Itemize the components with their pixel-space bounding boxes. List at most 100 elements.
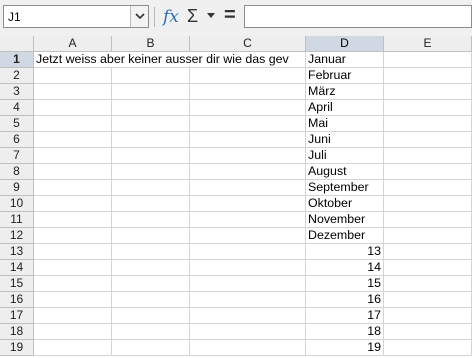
cell-d6[interactable]: Juni: [306, 132, 384, 148]
cell-d12[interactable]: Dezember: [306, 228, 384, 244]
cell-d10[interactable]: Oktober: [306, 196, 384, 212]
column-header-c[interactable]: C: [190, 36, 306, 52]
formula-input[interactable]: [244, 5, 472, 28]
cell-d15[interactable]: 15: [306, 276, 384, 292]
cell-e10[interactable]: [384, 196, 472, 212]
cell-d11[interactable]: November: [306, 212, 384, 228]
column-header-a[interactable]: A: [34, 36, 112, 52]
cell-d16[interactable]: 16: [306, 292, 384, 308]
row-header-1[interactable]: 1: [0, 52, 34, 68]
sum-icon[interactable]: Σ: [187, 5, 201, 27]
cell-e3[interactable]: [384, 84, 472, 100]
cell-e9[interactable]: [384, 180, 472, 196]
cell-b5[interactable]: [112, 116, 190, 132]
cell-b10[interactable]: [112, 196, 190, 212]
cell-c15[interactable]: [190, 276, 306, 292]
cell-a2[interactable]: [34, 68, 112, 84]
cell-b2[interactable]: [112, 68, 190, 84]
cell-e17[interactable]: [384, 308, 472, 324]
cell-b3[interactable]: [112, 84, 190, 100]
cell-d8[interactable]: August: [306, 164, 384, 180]
cell-e6[interactable]: [384, 132, 472, 148]
row-header-12[interactable]: 12: [0, 228, 34, 244]
cell-d14[interactable]: 14: [306, 260, 384, 276]
cell-b13[interactable]: [112, 244, 190, 260]
cell-d4[interactable]: April: [306, 100, 384, 116]
row-header-7[interactable]: 7: [0, 148, 34, 164]
sum-dropdown-icon[interactable]: [207, 13, 215, 18]
cell-c6[interactable]: [190, 132, 306, 148]
cell-d2[interactable]: Februar: [306, 68, 384, 84]
cell-c2[interactable]: [190, 68, 306, 84]
cell-b11[interactable]: [112, 212, 190, 228]
row-header-14[interactable]: 14: [0, 260, 34, 276]
cell-a16[interactable]: [34, 292, 112, 308]
cell-c9[interactable]: [190, 180, 306, 196]
cell-e13[interactable]: [384, 244, 472, 260]
cell-a4[interactable]: [34, 100, 112, 116]
cell-d7[interactable]: Juli: [306, 148, 384, 164]
cell-b19[interactable]: [112, 340, 190, 356]
cell-e19[interactable]: [384, 340, 472, 356]
cell-b7[interactable]: [112, 148, 190, 164]
cell-b9[interactable]: [112, 180, 190, 196]
cell-b18[interactable]: [112, 324, 190, 340]
name-box-value[interactable]: J1: [8, 10, 21, 24]
row-header-2[interactable]: 2: [0, 68, 34, 84]
cell-a5[interactable]: [34, 116, 112, 132]
cell-a14[interactable]: [34, 260, 112, 276]
cell-c14[interactable]: [190, 260, 306, 276]
row-header-5[interactable]: 5: [0, 116, 34, 132]
chevron-down-icon[interactable]: [130, 6, 148, 27]
column-header-e[interactable]: E: [384, 36, 472, 52]
row-header-6[interactable]: 6: [0, 132, 34, 148]
row-header-3[interactable]: 3: [0, 84, 34, 100]
cell-a10[interactable]: [34, 196, 112, 212]
cell-e5[interactable]: [384, 116, 472, 132]
row-header-16[interactable]: 16: [0, 292, 34, 308]
row-header-18[interactable]: 18: [0, 324, 34, 340]
cell-d3[interactable]: März: [306, 84, 384, 100]
cell-a1[interactable]: Jetzt weiss aber keiner ausser dir wie d…: [34, 52, 306, 68]
cell-d17[interactable]: 17: [306, 308, 384, 324]
cell-b8[interactable]: [112, 164, 190, 180]
cell-c11[interactable]: [190, 212, 306, 228]
cell-e8[interactable]: [384, 164, 472, 180]
cell-e12[interactable]: [384, 228, 472, 244]
cell-b14[interactable]: [112, 260, 190, 276]
row-header-10[interactable]: 10: [0, 196, 34, 212]
row-header-8[interactable]: 8: [0, 164, 34, 180]
cell-e1[interactable]: [384, 52, 472, 68]
row-header-9[interactable]: 9: [0, 180, 34, 196]
cell-e16[interactable]: [384, 292, 472, 308]
cell-a6[interactable]: [34, 132, 112, 148]
cell-c4[interactable]: [190, 100, 306, 116]
cell-c13[interactable]: [190, 244, 306, 260]
row-header-13[interactable]: 13: [0, 244, 34, 260]
cell-c10[interactable]: [190, 196, 306, 212]
formula-icon[interactable]: =: [224, 3, 238, 27]
cell-d5[interactable]: Mai: [306, 116, 384, 132]
cell-e11[interactable]: [384, 212, 472, 228]
row-header-15[interactable]: 15: [0, 276, 34, 292]
cell-c8[interactable]: [190, 164, 306, 180]
cell-d9[interactable]: September: [306, 180, 384, 196]
cell-a18[interactable]: [34, 324, 112, 340]
cell-c3[interactable]: [190, 84, 306, 100]
column-header-b[interactable]: B: [112, 36, 190, 52]
cell-b15[interactable]: [112, 276, 190, 292]
cell-e18[interactable]: [384, 324, 472, 340]
select-all-corner[interactable]: [0, 36, 34, 52]
cell-c16[interactable]: [190, 292, 306, 308]
cell-c7[interactable]: [190, 148, 306, 164]
cell-a19[interactable]: [34, 340, 112, 356]
cell-d13[interactable]: 13: [306, 244, 384, 260]
cell-c5[interactable]: [190, 116, 306, 132]
cell-a12[interactable]: [34, 228, 112, 244]
cell-b4[interactable]: [112, 100, 190, 116]
column-header-d[interactable]: D: [306, 36, 384, 52]
cell-e7[interactable]: [384, 148, 472, 164]
cell-c17[interactable]: [190, 308, 306, 324]
cell-b6[interactable]: [112, 132, 190, 148]
cell-a9[interactable]: [34, 180, 112, 196]
